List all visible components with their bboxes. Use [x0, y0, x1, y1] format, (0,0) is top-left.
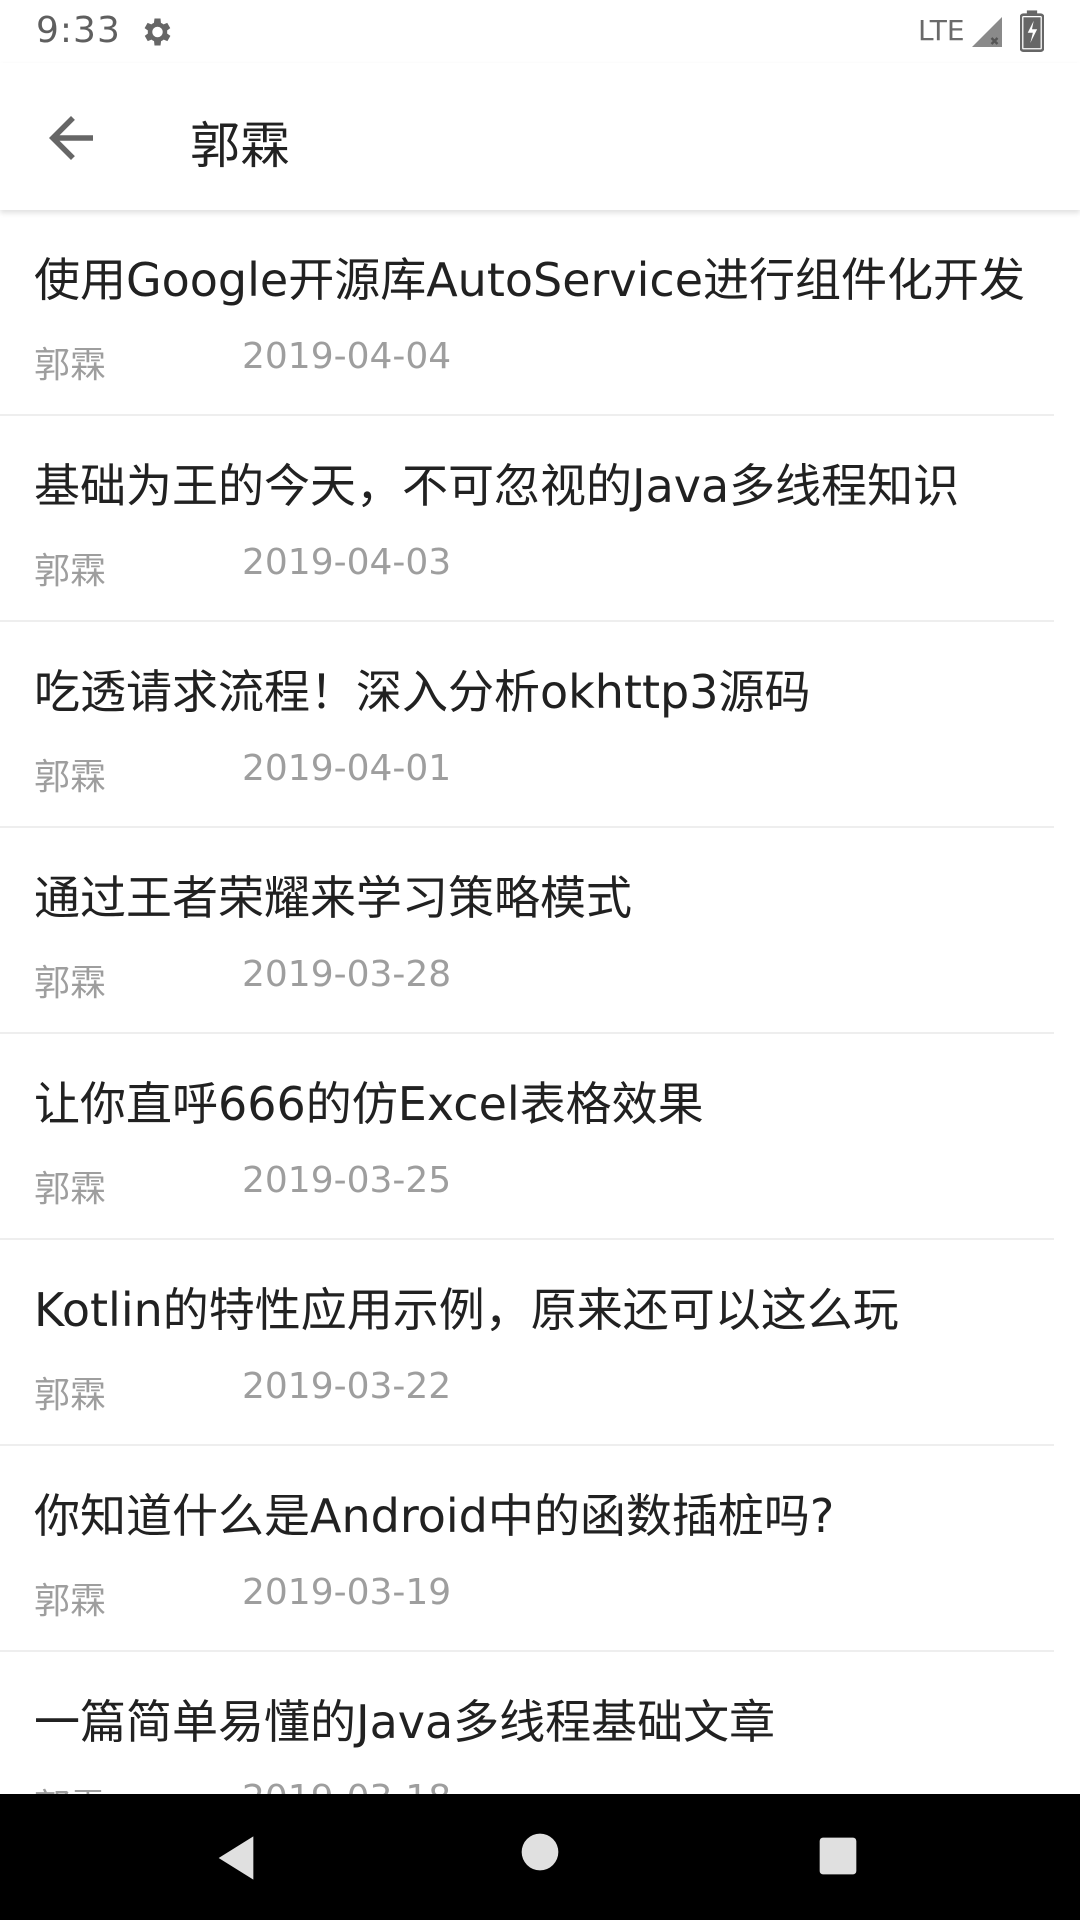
article-title: 让你直呼666的仿Excel表格效果 — [34, 1077, 704, 1131]
article-date: 2019-04-01 — [242, 748, 452, 789]
nav-home-icon[interactable] — [520, 1832, 560, 1872]
article-date: 2019-04-04 — [242, 336, 452, 377]
article-title: 吃透请求流程！深入分析okhttp3源码 — [34, 665, 811, 719]
gear-icon — [144, 18, 171, 46]
article-date: 2019-04-03 — [242, 542, 452, 583]
list-item[interactable]: 一篇简单易懂的Java多线程基础文章 郭霖 2019-03-18 — [0, 1652, 1054, 1794]
list-item[interactable]: 吃透请求流程！深入分析okhttp3源码 郭霖 2019-04-01 — [0, 622, 1054, 828]
battery-icon — [1020, 10, 1044, 52]
article-author: 郭霖 — [34, 757, 107, 798]
article-author: 郭霖 — [34, 1778, 106, 1794]
list-item[interactable]: 通过王者荣耀来学习策略模式 郭霖 2019-03-28 — [0, 828, 1054, 1034]
article-author: 郭霖 — [34, 551, 107, 592]
list-item[interactable]: 你知道什么是Android中的函数插桩吗? 郭霖 2019-03-19 — [0, 1446, 1054, 1652]
article-title: 通过王者荣耀来学习策略模式 — [34, 871, 632, 925]
article-date: 2019-03-28 — [242, 954, 452, 995]
article-author: 郭霖 — [34, 963, 107, 1004]
article-date: 2019-03-22 — [242, 1366, 452, 1407]
article-date: 2019-03-18 — [242, 1778, 451, 1794]
article-author: 郭霖 — [34, 1169, 107, 1210]
list-item[interactable]: 基础为王的今天，不可忽视的Java多线程知识 郭霖 2019-04-03 — [0, 416, 1054, 622]
system-nav-bar — [0, 1794, 1080, 1920]
status-bar: 9:33 LTE — [0, 0, 1080, 63]
article-date: 2019-03-25 — [242, 1160, 452, 1201]
article-title: 使用Google开源库AutoService进行组件化开发 — [34, 253, 1026, 307]
article-author: 郭霖 — [34, 345, 107, 386]
article-title: Kotlin的特性应用示例，原来还可以这么玩 — [34, 1283, 899, 1337]
page-title: 郭霖 — [190, 117, 290, 175]
status-time: 9:33 — [36, 10, 121, 51]
app-bar: 郭霖 — [0, 63, 1080, 210]
article-author: 郭霖 — [34, 1581, 107, 1622]
list-item[interactable]: 让你直呼666的仿Excel表格效果 郭霖 2019-03-25 — [0, 1034, 1054, 1240]
nav-recents-icon[interactable] — [818, 1836, 858, 1876]
article-title: 基础为王的今天，不可忽视的Java多线程知识 — [34, 459, 960, 513]
article-title: 一篇简单易懂的Java多线程基础文章 — [34, 1695, 776, 1749]
article-title: 你知道什么是Android中的函数插桩吗? — [34, 1489, 835, 1543]
article-list[interactable]: 使用Google开源库AutoService进行组件化开发 郭霖 2019-04… — [0, 210, 1080, 1794]
network-type: LTE — [918, 14, 965, 47]
list-item[interactable]: 使用Google开源库AutoService进行组件化开发 郭霖 2019-04… — [0, 210, 1054, 416]
list-item[interactable]: Kotlin的特性应用示例，原来还可以这么玩 郭霖 2019-03-22 — [0, 1240, 1054, 1446]
nav-back-icon[interactable] — [210, 1832, 262, 1884]
arrow-back-icon[interactable] — [38, 105, 104, 171]
signal-icon — [972, 17, 1002, 47]
article-author: 郭霖 — [34, 1375, 107, 1416]
article-date: 2019-03-19 — [242, 1572, 452, 1613]
